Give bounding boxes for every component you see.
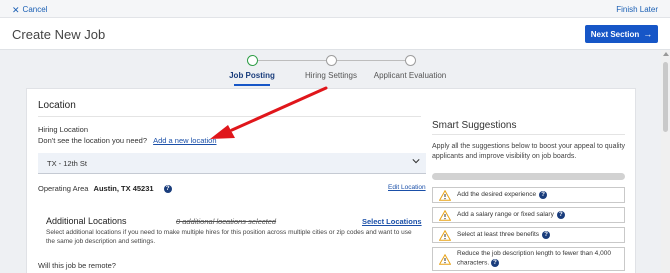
warning-icon [439, 189, 451, 201]
help-icon[interactable]: ? [556, 211, 565, 219]
suggestion-text: Select at least three benefits [457, 230, 540, 238]
operating-area-row: Operating Area Austin, TX 45231 ? [38, 184, 172, 194]
close-icon: ✕ [12, 4, 20, 15]
smart-suggestions-title: Smart Suggestions [432, 120, 517, 131]
arrow-right-icon: → [643, 29, 653, 39]
section-title: Location [38, 100, 76, 111]
divider [38, 116, 421, 117]
page-title: Create New Job [12, 27, 106, 42]
select-locations-link[interactable]: Select Locations [362, 217, 422, 226]
missing-location-row: Don't see the location you need? Add a n… [38, 136, 217, 145]
suggestion-item[interactable]: Reduce the job description length to few… [432, 247, 625, 271]
progress-stepper: Job Posting Hiring Settings Applicant Ev… [0, 50, 660, 88]
operating-area-label: Operating Area [38, 184, 89, 193]
warning-icon [439, 209, 451, 221]
page-header: Create New Job Next Section → [0, 18, 670, 50]
suggestions-progress-bar [432, 173, 625, 180]
step-dot-hiring-settings[interactable] [326, 55, 337, 66]
finish-later-button[interactable]: Finish Later [616, 5, 658, 14]
suggestion-item[interactable]: Select at least three benefits ? [432, 227, 625, 243]
cancel-label: Cancel [22, 5, 48, 14]
smart-suggestions-description: Apply all the suggestions below to boost… [432, 143, 626, 160]
active-step-indicator [234, 84, 270, 86]
top-bar: ✕ Cancel Finish Later [0, 0, 670, 18]
help-icon[interactable]: ? [163, 185, 172, 194]
help-icon[interactable]: ? [490, 258, 499, 267]
suggestion-text: Add the desired experience [457, 190, 537, 198]
suggestion-item[interactable]: Add a salary range or fixed salary ? [432, 207, 625, 223]
missing-location-prompt: Don't see the location you need? [38, 136, 148, 145]
step-dot-applicant-evaluation[interactable] [405, 55, 416, 66]
tab-applicant-evaluation[interactable]: Applicant Evaluation [374, 71, 447, 80]
tab-job-posting[interactable]: Job Posting [229, 71, 275, 80]
step-connector [258, 60, 326, 61]
hiring-location-label: Hiring Location [38, 125, 89, 134]
chevron-down-icon [412, 159, 420, 164]
remote-question: Will this job be remote? [38, 261, 116, 270]
scrollbar-thumb[interactable] [663, 62, 668, 132]
selected-location: TX - 12th St [47, 159, 88, 168]
cancel-button[interactable]: ✕ Cancel [12, 5, 47, 14]
add-new-location-link[interactable]: Add a new location [153, 136, 216, 145]
step-dot-job-posting[interactable] [247, 55, 258, 66]
additional-locations-title: Additional Locations [46, 216, 127, 226]
additional-locations-count: 0 additional locations selected [176, 217, 277, 226]
next-section-button[interactable]: Next Section → [585, 25, 658, 43]
edit-location-link[interactable]: Edit Location [388, 184, 426, 191]
operating-area-value: Austin, TX 45231 [93, 184, 154, 193]
help-icon[interactable]: ? [542, 231, 551, 239]
warning-icon [439, 253, 451, 265]
tab-hiring-settings[interactable]: Hiring Settings [305, 71, 357, 80]
additional-locations-description: Select additional locations if you need … [46, 229, 412, 245]
suggestion-item[interactable]: Add the desired experience ? [432, 187, 625, 203]
hiring-location-select[interactable]: TX - 12th St [38, 153, 426, 174]
scrollbar[interactable] [661, 50, 670, 273]
suggestion-text: Reduce the job description length to few… [457, 250, 611, 267]
scroll-up-icon[interactable] [663, 52, 669, 56]
suggestion-text: Add a salary range or fixed salary [457, 210, 554, 218]
location-card: Location Hiring Location Don't see the l… [26, 88, 636, 273]
help-icon[interactable]: ? [539, 191, 548, 199]
step-connector [337, 60, 406, 61]
divider [432, 134, 625, 135]
warning-icon [439, 229, 451, 241]
next-section-label: Next Section [590, 29, 640, 39]
